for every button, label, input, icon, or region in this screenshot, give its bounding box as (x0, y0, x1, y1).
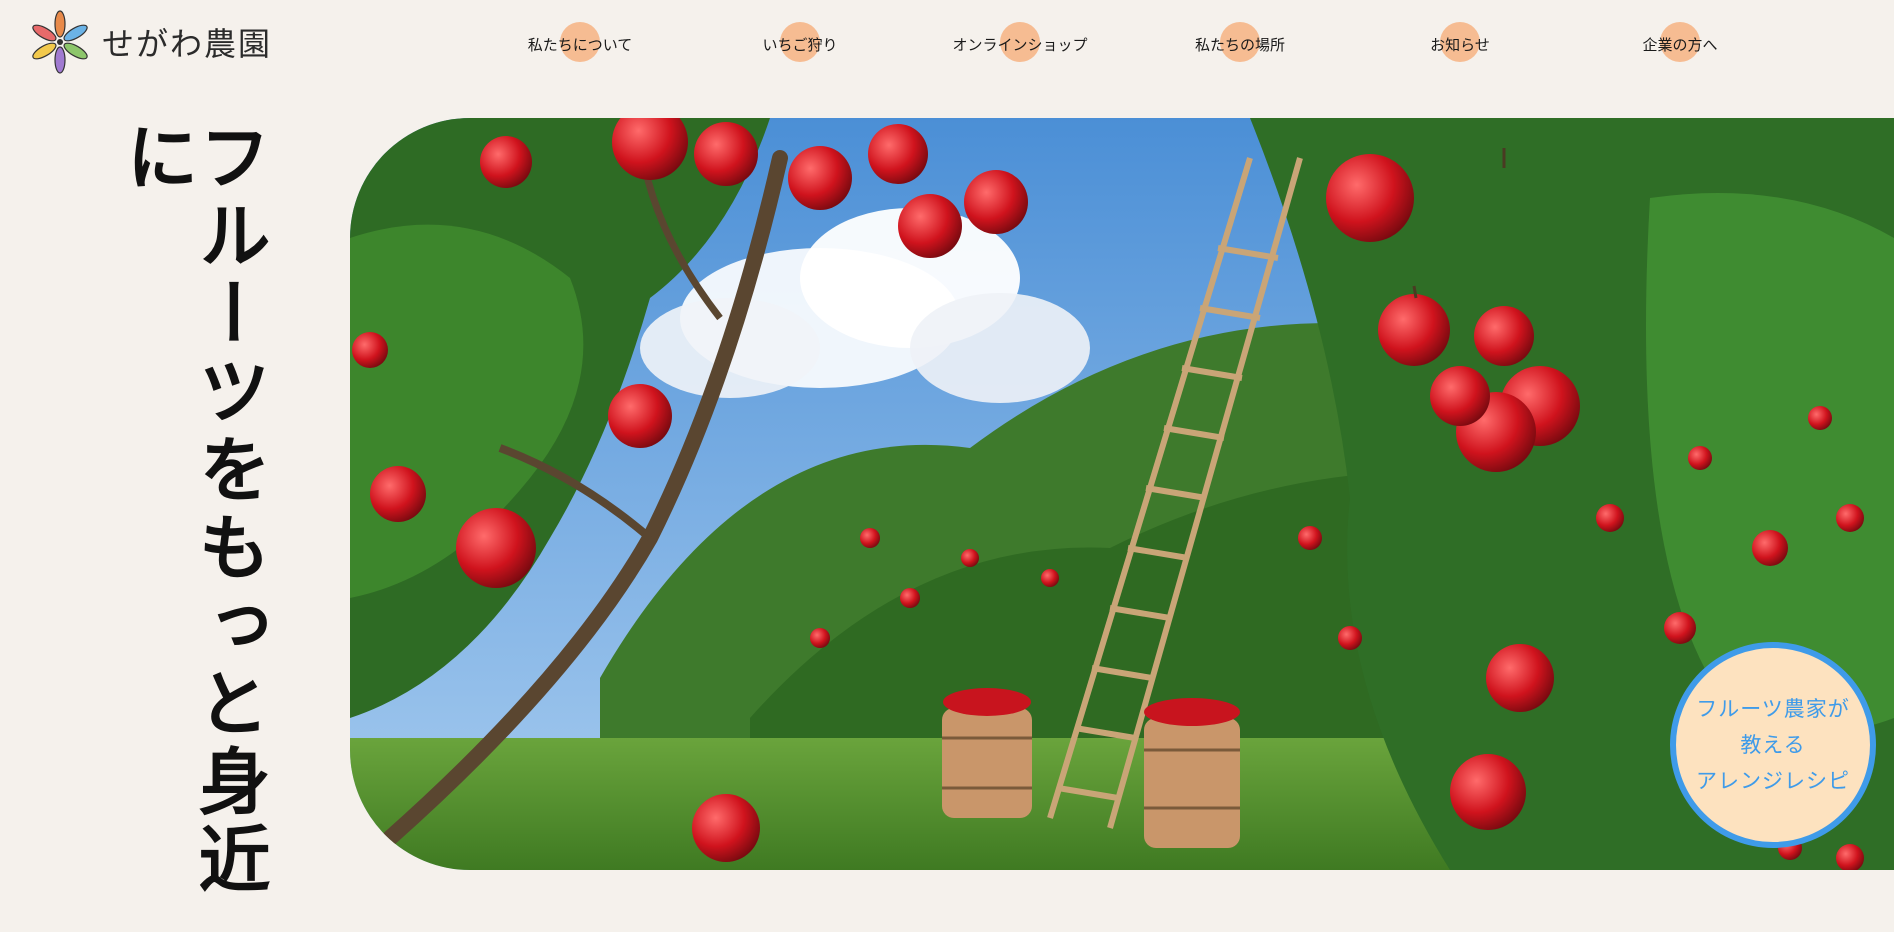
badge-line-2: 教える (1740, 733, 1806, 757)
hero-image (350, 118, 1894, 870)
nav-item-for-business[interactable]: 企業の方へ (1600, 20, 1760, 68)
apple-orchard-illustration (350, 118, 1894, 870)
nav-item-online-shop[interactable]: オンラインショップ (940, 20, 1100, 68)
nav-item-about[interactable]: 私たちについて (500, 20, 660, 68)
recipe-badge-button[interactable]: フルーツ農家が 教える アレンジレシピ (1670, 642, 1876, 848)
badge-line-1: フルーツ農家が (1696, 697, 1850, 721)
nav-item-news[interactable]: お知らせ (1380, 20, 1540, 68)
badge-line-3: アレンジレシピ (1696, 769, 1850, 793)
nav-item-label: 企業の方へ (1642, 35, 1718, 54)
nav-item-label: 私たちの場所 (1194, 35, 1285, 54)
nav-item-location[interactable]: 私たちの場所 (1160, 20, 1320, 68)
page: せがわ農園 私たちについて いちご狩り オンラインショップ 私たちの場所 お知ら… (0, 0, 1894, 932)
nav-item-label: 私たちについて (527, 35, 633, 54)
nav-item-label: お知らせ (1430, 35, 1490, 54)
nav-item-label: いちご狩り (762, 35, 838, 54)
nav-item-label: オンラインショップ (952, 35, 1088, 54)
main-nav: 私たちについて いちご狩り オンラインショップ 私たちの場所 お知らせ 企業の方… (0, 20, 1894, 68)
nav-item-strawberry-picking[interactable]: いちご狩り (720, 20, 880, 68)
hero-catchphrase: フルーツをもっと身近に (114, 120, 270, 900)
